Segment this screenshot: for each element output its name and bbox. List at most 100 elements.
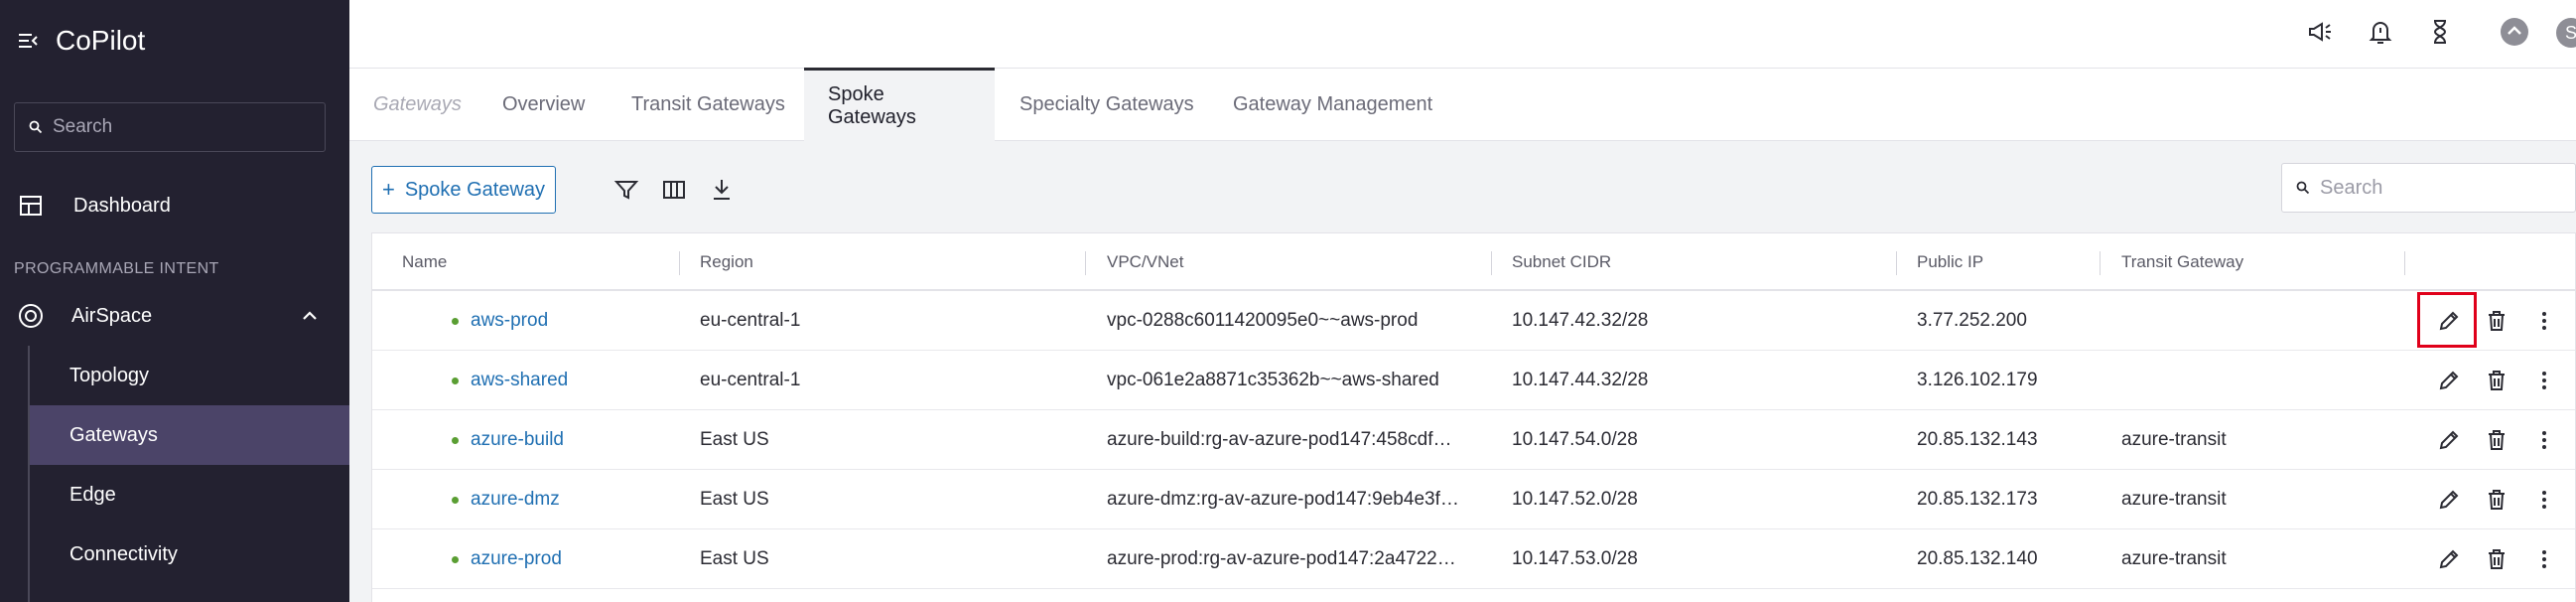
edit-icon[interactable]: [2434, 366, 2464, 395]
table-search-placeholder: Search: [2320, 176, 2383, 199]
sidebar-item-dashboard[interactable]: Dashboard: [0, 176, 349, 235]
status-dot: [452, 377, 459, 384]
column-divider[interactable]: [1896, 251, 1897, 275]
vpc-cell: azure-build:rg-av-azure-pod147:458cdf…: [1107, 429, 1452, 450]
gateways-table: Name Region VPC/VNet Subnet CIDR Public …: [371, 232, 2576, 602]
subnet-cell: 10.147.53.0/28: [1512, 548, 1638, 569]
region-cell: East US: [700, 548, 769, 569]
tab-specialty-gateways[interactable]: Specialty Gateways: [996, 69, 1218, 141]
public-ip-cell: 20.85.132.140: [1917, 548, 2038, 569]
column-header-transit-gateway[interactable]: Transit Gateway: [2121, 233, 2243, 291]
gateway-name-link[interactable]: azure-build: [471, 410, 564, 470]
delete-icon[interactable]: [2482, 544, 2511, 574]
notifications-icon[interactable]: [2366, 17, 2395, 47]
tab-spoke-gateways[interactable]: Spoke Gateways: [804, 68, 995, 141]
hourglass-icon[interactable]: [2425, 17, 2455, 47]
breadcrumb-gateways[interactable]: Gateways: [349, 69, 485, 141]
table-row[interactable]: azure-build East US azure-build:rg-av-az…: [372, 410, 2575, 470]
sidebar-group-label: AirSpace: [71, 304, 153, 327]
transit-gateway-cell: azure-transit: [2121, 548, 2227, 569]
upload-icon[interactable]: [2500, 17, 2529, 47]
status-dot: [452, 497, 459, 504]
column-header-public-ip[interactable]: Public IP: [1917, 233, 1983, 291]
table-row[interactable]: aws-prod eu-central-1 vpc-0288c601142009…: [372, 291, 2575, 351]
table-search-input[interactable]: Search: [2281, 163, 2576, 213]
avatar[interactable]: S: [2556, 18, 2576, 48]
column-divider[interactable]: [679, 251, 680, 275]
tab-bar: Gateways Overview Transit Gateways Spoke…: [349, 68, 2576, 141]
more-options-icon[interactable]: [2529, 306, 2559, 336]
megaphone-icon[interactable]: [2305, 17, 2335, 47]
search-icon: [29, 120, 43, 134]
column-header-subnet-cidr[interactable]: Subnet CIDR: [1512, 233, 1611, 291]
sidebar-item-connectivity[interactable]: Connectivity: [30, 525, 349, 584]
sidebar-search-placeholder: Search: [53, 116, 113, 137]
collapse-menu-icon[interactable]: [16, 29, 40, 53]
more-options-icon[interactable]: [2529, 544, 2559, 574]
brand: CoPilot: [16, 22, 145, 60]
tab-gateway-management[interactable]: Gateway Management: [1209, 69, 1456, 141]
dashboard-icon: [20, 196, 42, 216]
public-ip-cell: 20.85.132.143: [1917, 429, 2038, 450]
table-row[interactable]: azure-dmz East US azure-dmz:rg-av-azure-…: [372, 470, 2575, 529]
gateway-name-link[interactable]: azure-dmz: [471, 470, 560, 529]
delete-icon[interactable]: [2482, 306, 2511, 336]
status-dot: [452, 437, 459, 444]
add-spoke-gateway-button[interactable]: + Spoke Gateway: [371, 166, 556, 214]
region-cell: eu-central-1: [700, 370, 801, 390]
plus-icon: +: [381, 177, 395, 202]
airspace-icon: [19, 304, 43, 328]
filter-icon[interactable]: [612, 176, 640, 204]
column-divider[interactable]: [2100, 251, 2101, 275]
public-ip-cell: 3.77.252.200: [1917, 310, 2027, 331]
more-options-icon[interactable]: [2529, 366, 2559, 395]
gateway-name-link[interactable]: azure-prod: [471, 529, 562, 589]
columns-icon[interactable]: [660, 176, 688, 204]
sidebar-item-gateways[interactable]: Gateways: [30, 405, 349, 465]
column-header-name[interactable]: Name: [402, 233, 447, 291]
sidebar-item-topology[interactable]: Topology: [30, 346, 349, 405]
column-header-region[interactable]: Region: [700, 233, 753, 291]
chevron-up-icon[interactable]: [300, 306, 320, 326]
region-cell: eu-central-1: [700, 310, 801, 331]
subnet-cell: 10.147.54.0/28: [1512, 429, 1638, 450]
subnet-cell: 10.147.42.32/28: [1512, 310, 1649, 331]
sidebar: CoPilot Search Dashboard PROGRAMMABLE IN…: [0, 0, 349, 602]
sidebar-item-label: Dashboard: [73, 194, 171, 217]
vpc-cell: azure-prod:rg-av-azure-pod147:2a4722…: [1107, 548, 1456, 569]
subnet-cell: 10.147.52.0/28: [1512, 489, 1638, 510]
tab-overview[interactable]: Overview: [478, 69, 609, 141]
column-header-vpc[interactable]: VPC/VNet: [1107, 233, 1183, 291]
edit-icon[interactable]: [2434, 485, 2464, 515]
region-cell: East US: [700, 489, 769, 510]
vpc-cell: azure-dmz:rg-av-azure-pod147:9eb4e3f…: [1107, 489, 1459, 510]
gateway-name-link[interactable]: aws-shared: [471, 351, 568, 410]
delete-icon[interactable]: [2482, 366, 2511, 395]
column-divider[interactable]: [1085, 251, 1086, 275]
edit-icon[interactable]: [2434, 425, 2464, 455]
delete-icon[interactable]: [2482, 425, 2511, 455]
sidebar-search-input[interactable]: Search: [14, 102, 326, 152]
edit-icon[interactable]: [2434, 544, 2464, 574]
tab-transit-gateways[interactable]: Transit Gateways: [608, 69, 809, 141]
highlight-box: [2417, 292, 2477, 348]
sidebar-group-airspace[interactable]: AirSpace: [0, 286, 349, 346]
download-icon[interactable]: [708, 176, 736, 204]
region-cell: East US: [700, 429, 769, 450]
add-button-label: Spoke Gateway: [404, 178, 546, 201]
more-options-icon[interactable]: [2529, 485, 2559, 515]
delete-icon[interactable]: [2482, 485, 2511, 515]
transit-gateway-cell: azure-transit: [2121, 489, 2227, 510]
sidebar-item-edge[interactable]: Edge: [30, 465, 349, 525]
column-divider[interactable]: [1491, 251, 1492, 275]
search-icon: [2296, 181, 2310, 195]
subnet-cell: 10.147.44.32/28: [1512, 370, 1649, 390]
table-row[interactable]: azure-prod East US azure-prod:rg-av-azur…: [372, 529, 2575, 589]
status-dot: [452, 318, 459, 325]
gateway-name-link[interactable]: aws-prod: [471, 291, 548, 351]
column-divider[interactable]: [2404, 251, 2405, 275]
vpc-cell: vpc-0288c6011420095e0~~aws-prod: [1107, 310, 1419, 331]
table-row[interactable]: aws-shared eu-central-1 vpc-061e2a8871c3…: [372, 351, 2575, 410]
top-bar: S: [349, 0, 2576, 69]
more-options-icon[interactable]: [2529, 425, 2559, 455]
